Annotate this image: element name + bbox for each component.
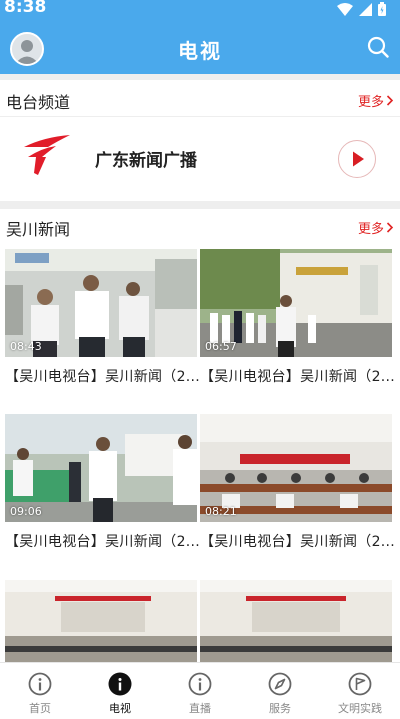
search-icon (367, 36, 389, 58)
info-circle-icon (188, 672, 212, 696)
video-title: 【吴川电视台】吴川新闻（2... (200, 534, 396, 550)
more-label: 更多 (357, 95, 384, 110)
video-duration: 08:43 (10, 340, 42, 353)
tab-label: 直播 (189, 702, 211, 715)
battery-icon (378, 2, 386, 16)
video-duration: 09:06 (10, 505, 42, 518)
radio-channel-item[interactable]: 广东新闻广播 (0, 117, 400, 201)
video-card[interactable]: 08:21 【吴川电视台】吴川新闻（2... (200, 414, 395, 564)
tab-label: 首页 (29, 702, 51, 715)
status-bar: 8:38 (0, 0, 400, 20)
app-header: 8:38 电视 (0, 0, 400, 74)
video-title: 【吴川电视台】吴川新闻（2... (5, 534, 201, 550)
more-label: 更多 (357, 222, 384, 237)
video-title: 【吴川电视台】吴川新闻（2... (200, 369, 396, 385)
tab-live[interactable]: 直播 (160, 663, 240, 719)
news-section-title: 吴川新闻 (6, 220, 71, 239)
tab-label: 文明实践 (338, 702, 382, 715)
channel-logo-icon (24, 135, 70, 175)
tab-label: 服务 (269, 702, 291, 715)
tab-civilization-practice[interactable]: 文明实践 (320, 663, 400, 719)
video-thumbnail: 06:57 (200, 249, 392, 357)
thumbnail-image (5, 580, 197, 662)
info-circle-icon (28, 672, 52, 696)
signal-icon (359, 2, 372, 16)
video-duration: 08:21 (205, 505, 237, 518)
info-circle-filled-icon (108, 672, 132, 696)
tab-tv[interactable]: 电视 (80, 663, 160, 719)
chevron-right-icon (386, 222, 394, 233)
video-title: 【吴川电视台】吴川新闻（2... (5, 369, 201, 385)
play-button[interactable] (338, 140, 376, 178)
flag-circle-icon (348, 672, 372, 696)
play-icon (353, 151, 364, 167)
video-thumbnail: 08:21 (200, 414, 392, 522)
status-icons (337, 2, 386, 16)
video-duration: 06:57 (205, 340, 237, 353)
compass-icon (268, 672, 292, 696)
video-card[interactable] (5, 580, 197, 662)
thumbnail-image (200, 580, 392, 662)
tab-label: 电视 (109, 702, 131, 715)
tab-service[interactable]: 服务 (240, 663, 320, 719)
video-card[interactable]: 06:57 【吴川电视台】吴川新闻（2... (200, 249, 395, 399)
bottom-tab-bar: 首页 电视 直播 服务 文明实践 (0, 662, 400, 719)
nav-bar: 电视 (0, 28, 400, 68)
news-more-link[interactable]: 更多 (358, 218, 394, 237)
tab-home[interactable]: 首页 (0, 663, 80, 719)
news-section-header: 吴川新闻 更多 (0, 207, 400, 247)
video-thumbnail: 09:06 (5, 414, 197, 522)
video-thumbnail: 08:43 (5, 249, 197, 357)
video-thumbnail (5, 580, 197, 662)
video-card[interactable] (200, 580, 392, 662)
status-time: 8:38 (4, 0, 47, 17)
chevron-right-icon (386, 95, 394, 106)
wifi-icon (337, 2, 353, 16)
page-title: 电视 (178, 39, 222, 63)
radio-section-header: 电台频道 更多 (0, 80, 400, 120)
radio-section-title: 电台频道 (6, 93, 71, 112)
channel-name: 广东新闻广播 (95, 151, 197, 171)
radio-more-link[interactable]: 更多 (358, 91, 394, 110)
search-button[interactable] (366, 35, 390, 59)
video-card[interactable]: 08:43 【吴川电视台】吴川新闻（2... (5, 249, 200, 399)
video-thumbnail (200, 580, 392, 662)
video-card[interactable]: 09:06 【吴川电视台】吴川新闻（2... (5, 414, 200, 564)
